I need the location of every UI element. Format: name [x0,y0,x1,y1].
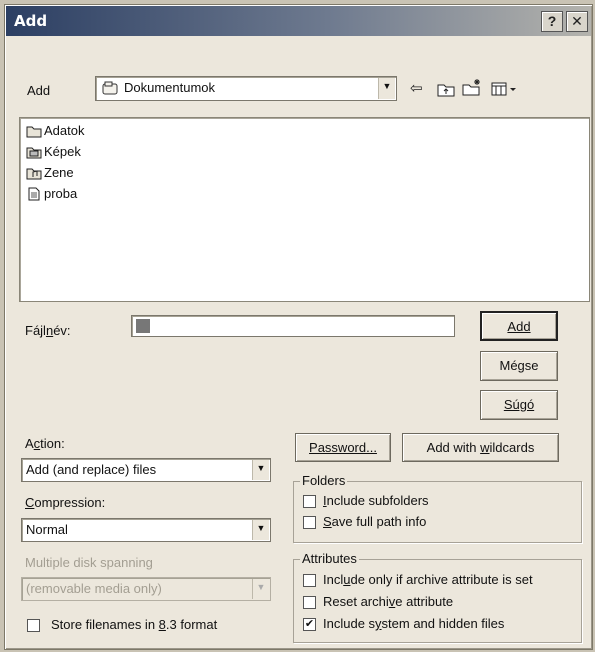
list-item-label: Adatok [44,123,85,139]
dropdown-arrow-icon[interactable]: ▼ [378,78,395,99]
close-button[interactable]: ✕ [566,11,588,32]
compression-select[interactable]: Normal ▼ [21,518,271,542]
add-button[interactable]: Add [480,311,558,341]
compression-value: Normal [26,522,68,537]
action-label: Action: [25,436,65,451]
help-button[interactable]: Súgó [480,390,558,420]
action-value: Add (and replace) files [26,462,157,477]
spanning-value: (removable media only) [26,581,162,596]
save-path-label: Save full path info [323,514,427,529]
list-item[interactable]: Adatok [26,122,84,142]
password-button-label: Password... [309,440,377,455]
lookin-combo[interactable]: Dokumentumok ▼ [95,76,397,101]
dropdown-arrow-icon: ▼ [252,579,269,599]
dropdown-arrow-icon[interactable]: ▼ [252,460,269,480]
system-hidden-checkbox[interactable]: ✔ [303,618,316,631]
archive-only-checkbox[interactable] [303,574,316,587]
up-folder-icon[interactable] [437,81,455,100]
folder-icon [26,145,42,159]
list-item-label: proba [44,186,78,202]
cursor-marker [136,319,150,333]
lookin-label: Add [27,83,51,98]
view-menu-icon[interactable] [491,82,517,99]
reset-archive-checkbox[interactable] [303,596,316,609]
include-subfolders-checkbox[interactable] [303,495,316,508]
drive-icon [102,81,118,95]
window-title: Add [14,12,48,30]
list-item-label: Képek [44,144,81,160]
store83-label: Store filenames in 8.3 format [51,617,218,632]
include-subfolders-label: Include subfolders [323,493,429,508]
save-path-checkbox[interactable] [303,516,316,529]
check-icon: ✔ [304,618,315,630]
filename-input[interactable] [131,315,455,337]
file-icon [26,187,42,201]
spanning-select: (removable media only) ▼ [21,577,271,601]
list-item[interactable]: Képek [26,143,81,163]
folders-group: Folders [293,473,582,543]
list-item[interactable]: proba [26,185,77,205]
attributes-group-label: Attributes [300,551,359,566]
cancel-button[interactable]: Mégse [480,351,558,381]
help-button-label: Súgó [503,397,535,412]
dropdown-arrow-icon[interactable]: ▼ [252,520,269,540]
back-icon[interactable]: ⇦ [410,79,423,97]
list-item-label: Zene [44,165,74,181]
password-button[interactable]: Password... [295,433,391,462]
folders-group-label: Folders [300,473,348,488]
compression-label: Compression: [25,495,106,510]
filename-label: Fájlnév: [25,323,71,338]
reset-archive-label: Reset archive attribute [323,594,454,609]
list-item[interactable]: Zene [26,164,74,184]
help-title-button[interactable]: ? [541,11,563,32]
file-list[interactable]: Adatok Képek Zene proba [19,117,590,302]
folder-icon [26,166,42,180]
archive-only-label: Include only if archive attribute is set [323,572,533,587]
add-button-label: Add [507,319,531,334]
add-dialog: Add ? ✕ Add Dokumentumok ▼ ⇦ Adatok Képe… [4,4,593,650]
system-hidden-label: Include system and hidden files [323,616,505,631]
new-folder-icon[interactable] [462,78,482,99]
title-bar[interactable]: Add ? ✕ [6,6,591,36]
add-wildcards-button[interactable]: Add with wildcards [402,433,559,462]
action-select[interactable]: Add (and replace) files ▼ [21,458,271,482]
lookin-value: Dokumentumok [124,80,216,95]
spanning-label: Multiple disk spanning [25,555,153,570]
folder-icon [26,124,42,138]
store83-checkbox[interactable] [27,619,40,632]
